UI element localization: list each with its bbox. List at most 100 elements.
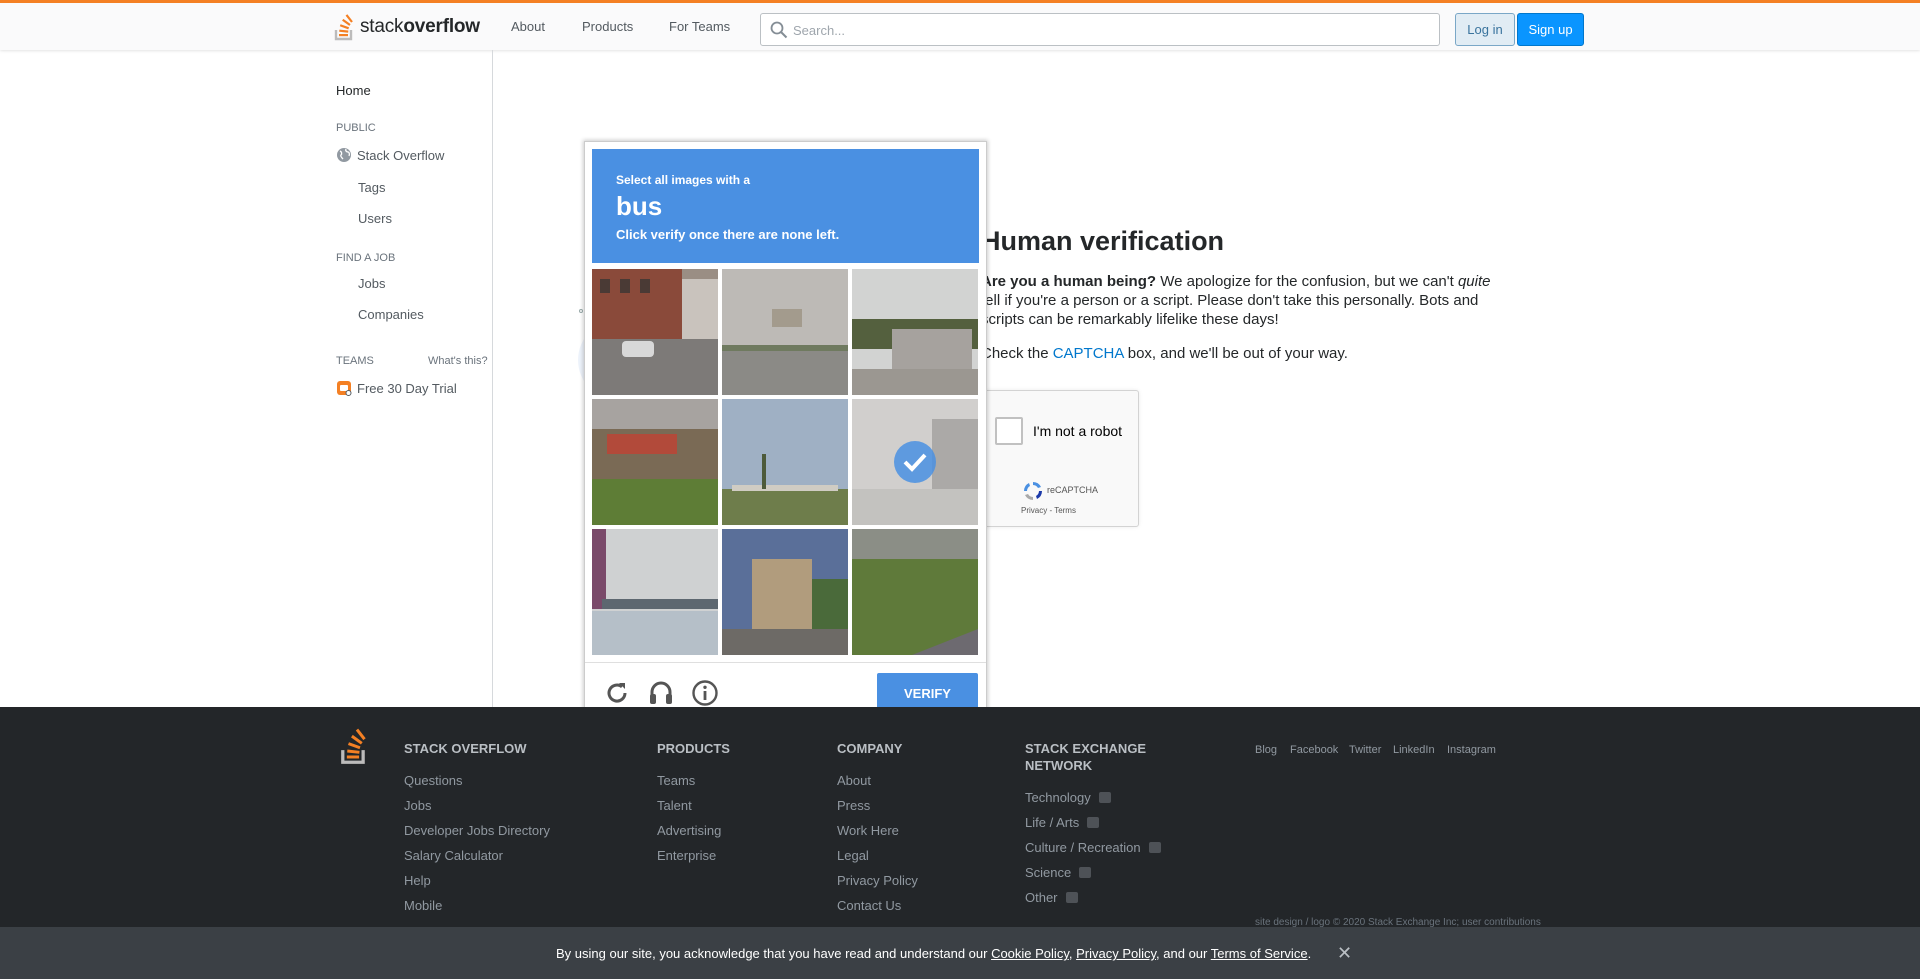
image-tile-6[interactable] [852,399,978,525]
footer-social-twitter[interactable]: Twitter [1349,744,1381,756]
footer-link-contact[interactable]: Contact Us [837,898,901,913]
challenge-instruction: Select all images with a [616,173,751,187]
captcha-instruction: Check the CAPTCHA box, and we'll be out … [981,345,1348,362]
image-tile-5[interactable] [722,399,848,525]
footer-link-label: Science [1025,865,1072,880]
recaptcha-terms-link[interactable]: Privacy - Terms [1021,506,1076,515]
footer-link-mobile[interactable]: Mobile [404,898,442,913]
close-icon[interactable]: ✕ [1337,943,1352,964]
footer-link-label: Life / Arts [1025,815,1080,830]
sidebar-item-companies[interactable]: Companies [358,307,424,322]
expand-badge-icon [1087,817,1100,829]
cookie-text-a: By using our site, you acknowledge that … [556,946,992,961]
footer-social-facebook[interactable]: Facebook [1290,744,1338,756]
explanation-text-b: tell if you're a person or a script. Ple… [981,292,1479,328]
image-tile-2[interactable] [722,269,848,395]
search-input[interactable] [793,19,1413,41]
stackoverflow-logo[interactable]: stackoverflow [334,12,480,42]
nav-products[interactable]: Products [582,19,633,34]
challenge-header: Select all images with a bus Click verif… [592,149,979,263]
footer-link-work-here[interactable]: Work Here [837,823,899,838]
login-button[interactable]: Log in [1455,13,1515,46]
sidebar-item-users[interactable]: Users [358,211,392,226]
captcha-link[interactable]: CAPTCHA [1053,345,1124,362]
audio-challenge-icon[interactable] [647,679,675,707]
reload-icon[interactable] [603,679,631,707]
footer-heading-company: COMPANY [837,741,903,756]
selected-check-icon [894,441,936,483]
footer-link-life-arts[interactable]: Life / Arts [1025,815,1100,830]
footer-social-instagram[interactable]: Instagram [1447,744,1496,756]
challenge-target-word: bus [616,191,663,221]
recaptcha-widget: I'm not a robot reCAPTCHA Privacy - Term… [982,390,1139,527]
footer-link-teams[interactable]: Teams [657,773,695,788]
sidebar-item-label: Stack Overflow [357,147,445,163]
footer-social-blog[interactable]: Blog [1255,744,1277,756]
search-box[interactable] [760,13,1440,46]
sidebar-item-jobs[interactable]: Jobs [358,276,385,291]
footer-logo-icon[interactable] [339,727,371,765]
cookie-text: By using our site, you acknowledge that … [556,946,1311,961]
footer-link-press[interactable]: Press [837,798,870,813]
footer-link-advertising[interactable]: Advertising [657,823,721,838]
nav-for-teams[interactable]: For Teams [669,19,730,34]
overpass-image [722,399,848,525]
footer-social-linkedin[interactable]: LinkedIn [1393,744,1435,756]
cookie-end: . [1307,946,1312,961]
footer-link-label: Culture / Recreation [1025,840,1141,855]
footer-link-technology[interactable]: Technology [1025,790,1111,805]
sidebar-item-free-trial[interactable]: Free 30 Day Trial [336,380,457,396]
signup-button[interactable]: Sign up [1517,13,1584,46]
terms-of-service-link[interactable]: Terms of Service [1211,946,1308,961]
footer-link-privacy[interactable]: Privacy Policy [837,873,918,888]
expand-badge-icon [1079,867,1092,879]
cookie-policy-link[interactable]: Cookie Policy [991,946,1069,961]
image-tile-1[interactable] [592,269,718,395]
stack-logo-icon [334,14,353,41]
info-icon[interactable] [691,679,719,707]
footer-heading-stack-overflow: STACK OVERFLOW [404,741,527,756]
cookie-sep-1: , [1068,946,1077,961]
globe-icon [337,148,351,162]
privacy-policy-link[interactable]: Privacy Policy [1076,946,1156,961]
nav-about[interactable]: About [511,19,545,34]
street-building-image [592,269,718,395]
footer-link-label: Other [1025,890,1058,905]
sidebar-item-home[interactable]: Home [336,83,371,98]
whats-this-link[interactable]: What's this? [428,355,488,367]
image-tile-3[interactable] [852,269,978,395]
sidebar-heading-find-job: FIND A JOB [336,252,396,264]
sidebar-item-tags[interactable]: Tags [358,180,385,195]
page-title: Human verification [981,226,1225,256]
footer-link-other[interactable]: Other [1025,890,1078,905]
image-tile-7[interactable] [592,529,718,655]
footer-link-help[interactable]: Help [404,873,431,888]
image-tile-8[interactable] [722,529,848,655]
footer-link-questions[interactable]: Questions [404,773,463,788]
footer-link-developer-jobs[interactable]: Developer Jobs Directory [404,823,550,838]
footer-link-talent[interactable]: Talent [657,798,692,813]
footer-link-culture[interactable]: Culture / Recreation [1025,840,1161,855]
footer-link-about[interactable]: About [837,773,871,788]
image-tile-9[interactable] [852,529,978,655]
image-tile-4[interactable] [592,399,718,525]
recaptcha-label: I'm not a robot [1033,423,1123,439]
footer-link-enterprise[interactable]: Enterprise [657,848,716,863]
expand-badge-icon [1148,842,1161,854]
sidebar-heading-public: PUBLIC [336,122,376,134]
bridge-water-image [592,529,718,655]
sidebar-item-stack-overflow[interactable]: Stack Overflow [336,147,444,163]
recaptcha-brand: reCAPTCHA [1047,485,1099,495]
footer-link-science[interactable]: Science [1025,865,1092,880]
footer-link-salary[interactable]: Salary Calculator [404,848,503,863]
teams-briefcase-icon [337,381,352,396]
footer-link-jobs[interactable]: Jobs [404,798,431,813]
footer-heading-network-2: NETWORK [1025,758,1093,773]
captcha-challenge-popup: Select all images with a bus Click verif… [584,141,987,722]
footer-heading-products: PRODUCTS [657,741,730,756]
instruction-text-b: box, and we'll be out of your way. [1123,345,1348,362]
decorative-dot [579,309,583,313]
recaptcha-checkbox[interactable] [995,417,1023,445]
recaptcha-logo-icon [1024,482,1042,500]
footer-link-legal[interactable]: Legal [837,848,869,863]
